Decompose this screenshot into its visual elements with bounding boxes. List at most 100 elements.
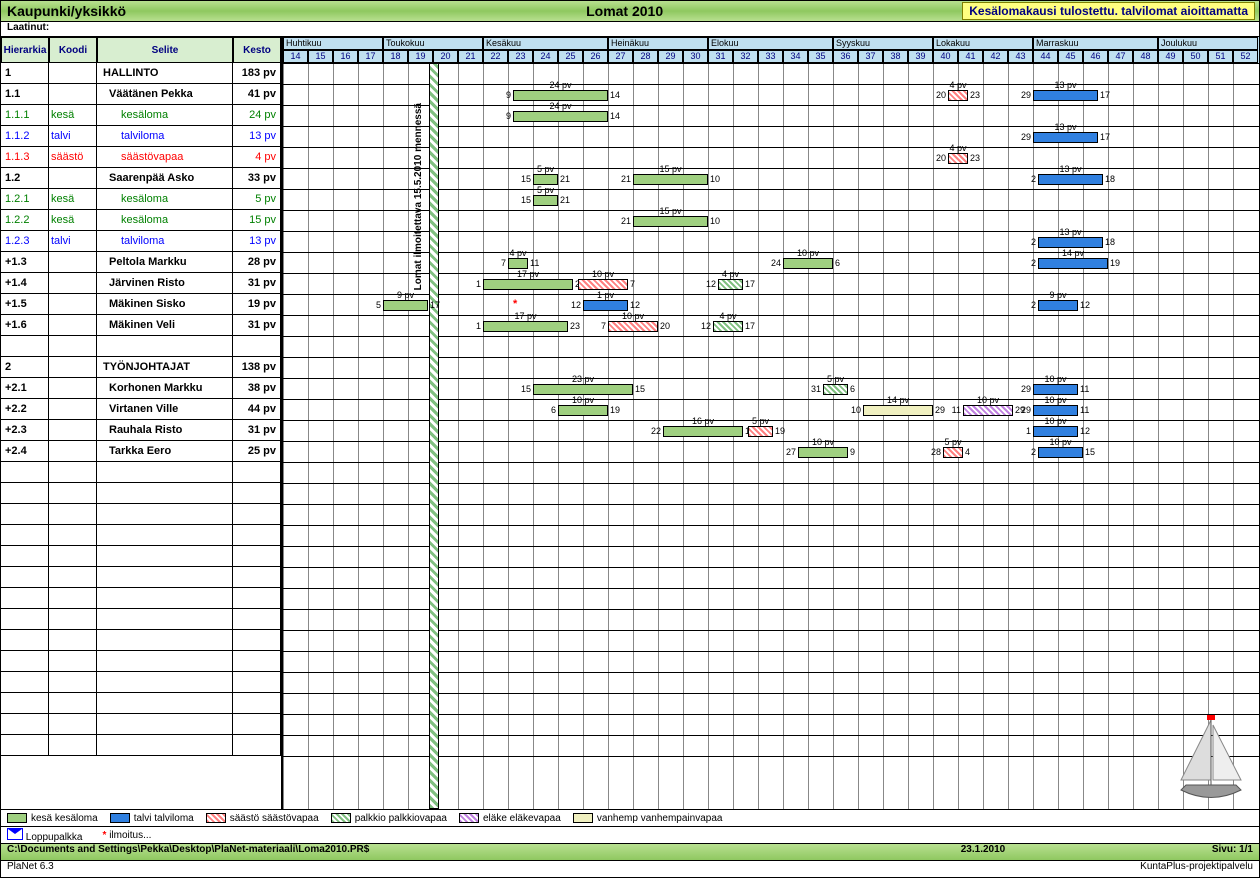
gantt-bar <box>558 405 608 416</box>
column-headers: Hierarkia Koodi Selite Kesto <box>1 37 281 63</box>
week-label: 26 <box>583 50 608 63</box>
left-panel: Hierarkia Koodi Selite Kesto 1HALLINTO18… <box>1 37 283 809</box>
table-row: 1.1.3säästösäästövapaa4 pv <box>1 147 281 168</box>
week-label: 19 <box>408 50 433 63</box>
week-label: 37 <box>858 50 883 63</box>
week-label: 44 <box>1033 50 1058 63</box>
week-label: 14 <box>283 50 308 63</box>
week-label: 22 <box>483 50 508 63</box>
gantt-bar <box>513 111 608 122</box>
week-label: 41 <box>958 50 983 63</box>
table-row: +2.2Virtanen Ville44 pv <box>1 399 281 420</box>
gantt-bar <box>633 174 708 185</box>
table-row <box>1 651 281 672</box>
week-label: 20 <box>433 50 458 63</box>
table-row: +1.4Järvinen Risto31 pv <box>1 273 281 294</box>
table-row <box>1 672 281 693</box>
gantt-bar <box>1033 426 1078 437</box>
legend: kesä kesälomatalvi talvilomasäästö sääst… <box>1 809 1259 827</box>
gantt-bar <box>1038 447 1083 458</box>
week-label: 36 <box>833 50 858 63</box>
footer-page: Sivu: 1/1 <box>1133 844 1259 860</box>
week-label: 33 <box>758 50 783 63</box>
week-label: 35 <box>808 50 833 63</box>
header: Kaupunki/yksikkö Lomat 2010 Kesälomakaus… <box>1 1 1259 22</box>
table-row: +2.3Rauhala Risto31 pv <box>1 420 281 441</box>
week-label: 18 <box>383 50 408 63</box>
gantt-bar <box>798 447 848 458</box>
gantt-bar <box>608 321 658 332</box>
table-row: 1HALLINTO183 pv <box>1 63 281 84</box>
ilmoitus-marker: * <box>513 298 517 310</box>
gantt-bar <box>583 300 628 311</box>
month-label: Lokakuu <box>933 37 1033 50</box>
week-label: 39 <box>908 50 933 63</box>
gantt-bar <box>578 279 628 290</box>
week-label: 32 <box>733 50 758 63</box>
table-row: 1.1.2talvitalviloma13 pv <box>1 126 281 147</box>
week-label: 17 <box>358 50 383 63</box>
table-row: 1.1.1kesäkesäloma24 pv <box>1 105 281 126</box>
table-row <box>1 525 281 546</box>
gantt-bar <box>718 279 743 290</box>
table-row: 1.2.2kesäkesäloma15 pv <box>1 210 281 231</box>
gantt-bar <box>663 426 743 437</box>
table-row <box>1 336 281 357</box>
table-row <box>1 462 281 483</box>
gantt-bar <box>1033 132 1098 143</box>
footer-2: PlaNet 6.3 KuntaPlus-projektipalvelu <box>1 861 1259 877</box>
table-row <box>1 693 281 714</box>
week-label: 28 <box>633 50 658 63</box>
week-label: 40 <box>933 50 958 63</box>
legend-item: eläke eläkevapaa <box>459 813 561 824</box>
gantt-panel: 2010 HuhtikuuToukokuuKesäkuuHeinäkuuElok… <box>283 37 1259 809</box>
gantt-bar <box>633 216 708 227</box>
week-label: 50 <box>1183 50 1208 63</box>
gantt-bar <box>1038 300 1078 311</box>
week-label: 45 <box>1058 50 1083 63</box>
gantt-bar <box>948 90 968 101</box>
gantt-bar <box>1033 405 1078 416</box>
month-label: Toukokuu <box>383 37 483 50</box>
table-row: +2.4Tarkka Eero25 pv <box>1 441 281 462</box>
footer-bar: C:\Documents and Settings\Pekka\Desktop\… <box>1 844 1259 861</box>
table-row: 2TYÖNJOHTAJAT138 pv <box>1 357 281 378</box>
week-label: 46 <box>1083 50 1108 63</box>
table-row <box>1 567 281 588</box>
gantt-bar <box>748 426 773 437</box>
week-label: 27 <box>608 50 633 63</box>
table-row <box>1 546 281 567</box>
footer-app: PlaNet 6.3 <box>1 861 1140 877</box>
legend-item: säästö säästövapaa <box>206 813 319 824</box>
month-label: Elokuu <box>708 37 833 50</box>
month-label: Syyskuu <box>833 37 933 50</box>
gantt-bar <box>948 153 968 164</box>
header-status: Kesälomakausi tulostettu. talvilomat aio… <box>962 2 1255 20</box>
gantt-bar <box>483 279 573 290</box>
table-row: +2.1Korhonen Markku38 pv <box>1 378 281 399</box>
legend-item: kesä kesäloma <box>7 813 98 824</box>
deadline-label: Lomat ilmoitettava 15.5.2010 mennessä <box>413 103 424 290</box>
table-row: 1.2.3talvitalviloma13 pv <box>1 231 281 252</box>
week-label: 49 <box>1158 50 1183 63</box>
header-left: Kaupunki/yksikkö <box>1 3 287 19</box>
header-sub: Laatinut: <box>1 22 1259 37</box>
legend-2: Loppupalkka * ilmoitus... <box>1 827 1259 844</box>
week-label: 51 <box>1208 50 1233 63</box>
gantt-bar <box>783 258 833 269</box>
table-row: 1.2.1kesäkesäloma5 pv <box>1 189 281 210</box>
month-label: Kesäkuu <box>483 37 608 50</box>
week-label: 15 <box>308 50 333 63</box>
timeline-header: 2010 HuhtikuuToukokuuKesäkuuHeinäkuuElok… <box>283 37 1259 64</box>
month-label: Huhtikuu <box>283 37 383 50</box>
gantt-bar <box>1033 384 1078 395</box>
footer-date: 23.1.2010 <box>833 844 1133 860</box>
week-label: 21 <box>458 50 483 63</box>
gantt-bar <box>1038 174 1103 185</box>
week-label: 16 <box>333 50 358 63</box>
col-selite: Selite <box>97 37 233 63</box>
gantt-bar <box>483 321 568 332</box>
gantt-bar <box>533 195 558 206</box>
gantt-bar <box>533 384 633 395</box>
table-row <box>1 714 281 735</box>
